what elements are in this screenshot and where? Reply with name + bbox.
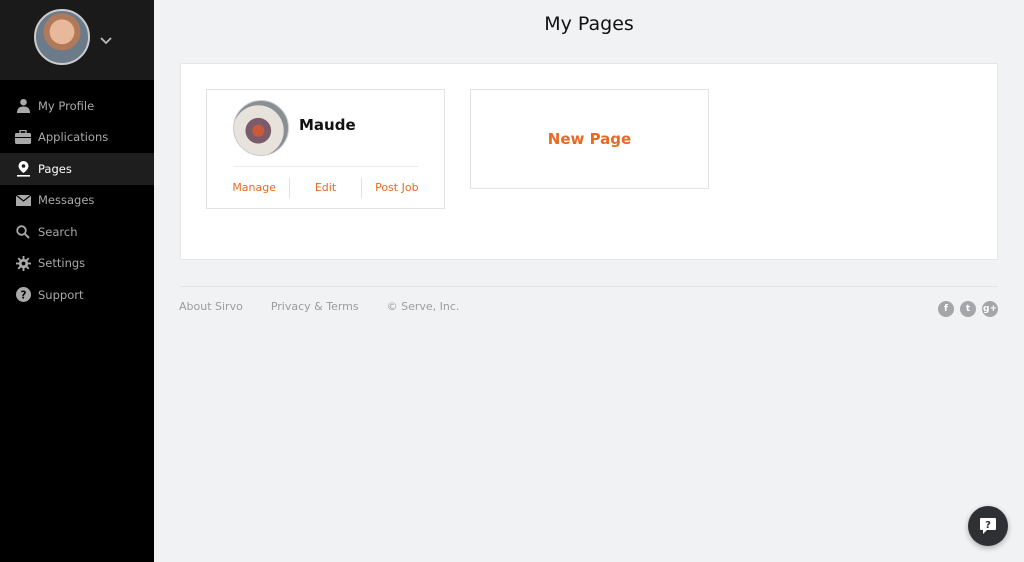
page-card: Maude Manage Edit Post Job — [206, 89, 445, 209]
post-job-link[interactable]: Post Job — [362, 178, 432, 198]
sidebar-item-my-profile[interactable]: My Profile — [0, 90, 154, 122]
sidebar-header — [0, 0, 154, 80]
avatar[interactable] — [34, 9, 90, 65]
sidebar-item-messages[interactable]: Messages — [0, 185, 154, 217]
sidebar-item-label: Messages — [38, 193, 95, 208]
facebook-icon[interactable]: f — [938, 301, 954, 317]
card-actions: Manage Edit Post Job — [219, 178, 432, 198]
sidebar-item-label: Applications — [38, 130, 109, 145]
new-page-label: New Page — [547, 130, 632, 148]
manage-link[interactable]: Manage — [219, 178, 291, 198]
question-circle-icon: ? — [15, 287, 31, 303]
edit-link[interactable]: Edit — [290, 178, 362, 198]
sidebar-item-support[interactable]: ? Support — [0, 279, 154, 311]
page-title: My Pages — [544, 13, 634, 35]
search-icon — [15, 224, 31, 240]
sidebar-item-search[interactable]: Search — [0, 216, 154, 248]
footer-copyright: © Serve, Inc. — [386, 300, 460, 313]
sidebar-item-label: Settings — [38, 256, 86, 271]
page-name[interactable]: Maude — [299, 116, 356, 134]
user-icon — [15, 98, 31, 114]
location-pin-icon — [15, 160, 31, 177]
help-chat-icon: ? — [980, 518, 996, 534]
sidebar-item-settings[interactable]: Settings — [0, 248, 154, 280]
svg-text:?: ? — [20, 290, 26, 302]
sidebar-item-pages[interactable]: Pages — [0, 153, 154, 185]
help-chat-button[interactable]: ? — [968, 506, 1008, 546]
sidebar-item-label: Search — [38, 224, 78, 239]
page-thumbnail[interactable] — [233, 100, 289, 156]
briefcase-icon — [15, 129, 31, 145]
footer-link-about[interactable]: About Sirvo — [179, 300, 243, 313]
sidebar-item-label: Support — [38, 287, 84, 302]
google-plus-icon[interactable]: g+ — [982, 301, 998, 317]
sidebar-nav: My Profile Applications Pages Messages S… — [0, 90, 154, 311]
footer-links: About Sirvo Privacy & Terms © Serve, Inc… — [179, 300, 459, 313]
sidebar-item-label: My Profile — [38, 98, 95, 113]
sidebar-item-applications[interactable]: Applications — [0, 122, 154, 154]
social-links: f t g+ — [938, 301, 998, 317]
new-page-button[interactable]: New Page — [470, 89, 709, 189]
twitter-icon[interactable]: t — [960, 301, 976, 317]
footer-divider — [180, 286, 998, 287]
sidebar: My Profile Applications Pages Messages S… — [0, 0, 154, 562]
envelope-icon — [15, 192, 31, 208]
svg-text:?: ? — [985, 520, 991, 531]
pages-panel: Maude Manage Edit Post Job New Page — [180, 63, 998, 260]
gear-icon — [15, 255, 31, 271]
card-divider — [233, 166, 418, 167]
chevron-down-icon[interactable] — [100, 34, 112, 46]
footer-link-privacy-terms[interactable]: Privacy & Terms — [271, 300, 359, 313]
sidebar-item-label: Pages — [38, 161, 72, 176]
